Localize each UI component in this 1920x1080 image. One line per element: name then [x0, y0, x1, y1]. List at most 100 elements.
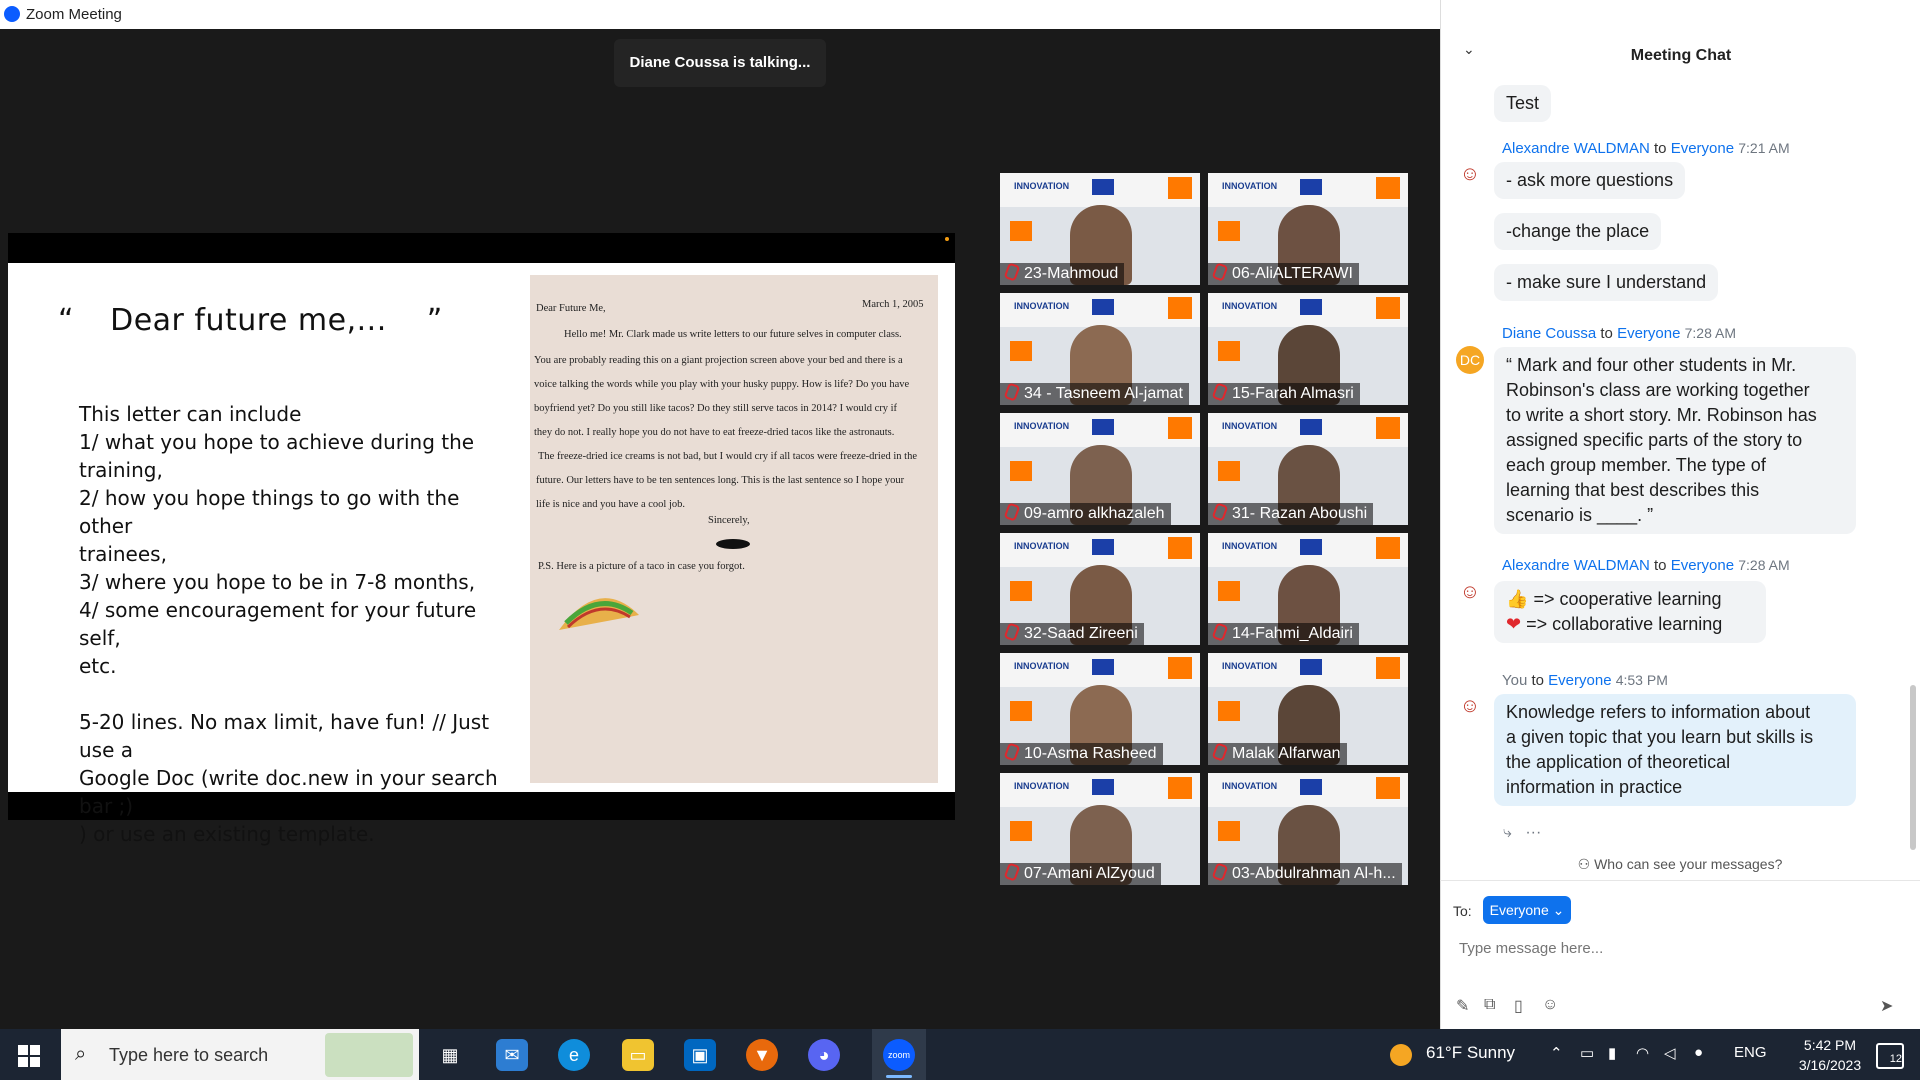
divider	[1440, 880, 1920, 881]
screenshot-icon[interactable]: ⧉	[1484, 996, 1495, 1014]
window-titlebar: Zoom Meeting	[0, 0, 1440, 29]
message-sender-line: Alexandre WALDMAN to Everyone 7:21 AM	[1502, 140, 1790, 157]
mail-icon[interactable]: ✉	[496, 1039, 528, 1071]
participant-tile[interactable]: INNOVATION 23-Mahmoud	[1000, 173, 1200, 285]
eu-flag-icon	[1092, 299, 1114, 315]
discord-icon[interactable]: ◕	[808, 1039, 840, 1071]
clock[interactable]: 5:42 PM 3/16/2023	[1790, 1035, 1870, 1075]
eu-flag-icon	[1300, 299, 1322, 315]
meeting-area: Diane Coussa is talking... “ Dear future…	[0, 29, 1440, 1029]
slide-line: 4/ some encouragement for your future se…	[79, 598, 477, 650]
participant-name: 31- Razan Aboushi	[1208, 503, 1374, 525]
recipient-dropdown[interactable]: Everyone ⌄	[1483, 896, 1571, 924]
participant-name: Malak Alfarwan	[1208, 743, 1347, 765]
robot-avatar-icon: ☺	[1456, 692, 1484, 720]
tile-banner-text: INNOVATION	[1014, 781, 1070, 791]
tile-banner-text: INNOVATION	[1222, 181, 1278, 191]
store-icon[interactable]: ▣	[684, 1039, 716, 1071]
slide-line: ) or use an existing template.	[79, 822, 375, 846]
letter-line: Hello me! Mr. Clark made us write letter…	[564, 329, 902, 340]
chevron-up-icon[interactable]: ⌃	[1550, 1044, 1563, 1062]
participant-name: 07-Amani AlZyoud	[1000, 863, 1161, 885]
muted-mic-icon	[1211, 263, 1229, 282]
participant-tile[interactable]: INNOVATION 34 - Tasneem Al-jamat	[1000, 293, 1200, 405]
eu-flag-icon	[1092, 539, 1114, 555]
eu-flag-icon	[1300, 539, 1322, 555]
letter-closing: Sincerely,	[708, 515, 750, 526]
participant-tile[interactable]: INNOVATION 32-Saad Zireeni	[1000, 533, 1200, 645]
participant-tile[interactable]: INNOVATION 07-Amani AlZyoud	[1000, 773, 1200, 885]
weather-text[interactable]: 61°F Sunny	[1426, 1043, 1515, 1063]
chat-message: - ask more questions	[1494, 162, 1686, 199]
participant-tile[interactable]: INNOVATION 15-Farah Almasri	[1208, 293, 1408, 405]
orange-logo-icon	[1010, 581, 1032, 601]
participant-tile[interactable]: INNOVATION 14-Fahmi_Aldairi	[1208, 533, 1408, 645]
send-icon[interactable]: ➤	[1880, 996, 1893, 1016]
weather-sun-icon	[1390, 1044, 1412, 1066]
zoom-icon[interactable]: zoom	[883, 1039, 915, 1071]
notification-icon[interactable]: 12	[1876, 1043, 1904, 1069]
wifi-icon[interactable]: ◠	[1636, 1044, 1649, 1062]
taskbar-search[interactable]: ⌕ Type here to search	[61, 1029, 419, 1080]
message-sender-line: Alexandre WALDMAN to Everyone 7:28 AM	[1502, 557, 1790, 574]
zoom-logo-icon	[4, 6, 20, 22]
participant-tile[interactable]: INNOVATION 09-amro alkhazaleh	[1000, 413, 1200, 525]
participant-tile[interactable]: INNOVATION 10-Asma Rasheed	[1000, 653, 1200, 765]
reply-icon: ⤷	[1503, 824, 1512, 841]
meet-now-icon[interactable]: ▭	[1580, 1044, 1594, 1062]
emoji-icon[interactable]: ☺	[1542, 996, 1558, 1014]
orange-logo-icon	[1168, 537, 1192, 559]
message-input[interactable]	[1457, 932, 1901, 964]
chat-scrollbar[interactable]	[1910, 685, 1916, 850]
slide-body: This letter can include 1/ what you hope…	[79, 400, 509, 848]
microphone-icon[interactable]: ●	[1694, 1044, 1703, 1061]
shared-slide: “ Dear future me,... ” This letter can i…	[8, 263, 955, 846]
file-explorer-icon[interactable]: ▭	[622, 1039, 654, 1071]
slide-line: etc.	[79, 654, 117, 678]
language-indicator[interactable]: ENG	[1734, 1044, 1767, 1061]
chat-message: - make sure I understand	[1494, 264, 1719, 301]
reaction-actions[interactable]: ⤷ ···	[1503, 824, 1541, 842]
tile-banner-text: INNOVATION	[1014, 181, 1070, 191]
search-placeholder: Type here to search	[109, 1045, 269, 1065]
participant-tile[interactable]: INNOVATION 06-AliALTERAWI	[1208, 173, 1408, 285]
tile-banner: INNOVATION	[1208, 173, 1408, 207]
orange-logo-icon	[1218, 221, 1240, 241]
muted-mic-icon	[1003, 863, 1021, 882]
letter-line: they do not. I really hope you do not ha…	[534, 427, 895, 438]
orange-logo-icon	[1218, 461, 1240, 481]
letter-ps: P.S. Here is a picture of a taco in case…	[538, 561, 745, 572]
letter-line: life is nice and you have a cool job.	[536, 499, 685, 510]
letter-greeting: Dear Future Me,	[536, 303, 606, 314]
battery-icon[interactable]: ▮	[1608, 1044, 1616, 1062]
participant-tile[interactable]: INNOVATION 31- Razan Aboushi	[1208, 413, 1408, 525]
participant-name: 03-Abdulrahman Al-h...	[1208, 863, 1402, 885]
slide-line: Google Doc (write doc.new in your search…	[79, 766, 498, 818]
brave-icon[interactable]: ▼	[746, 1039, 778, 1071]
search-icon: ⌕	[75, 1043, 87, 1065]
participant-tile[interactable]: INNOVATION 03-Abdulrahman Al-h...	[1208, 773, 1408, 885]
tile-banner: INNOVATION	[1208, 413, 1408, 447]
participant-tile[interactable]: INNOVATION Malak Alfarwan	[1208, 653, 1408, 765]
orange-logo-icon	[1218, 341, 1240, 361]
eu-flag-icon	[1092, 419, 1114, 435]
who-can-see-link[interactable]: ⚇ Who can see your messages?	[1440, 856, 1920, 873]
start-icon[interactable]	[18, 1045, 40, 1067]
tile-banner-text: INNOVATION	[1014, 301, 1070, 311]
slide-line: 2/ how you hope things to go with the ot…	[79, 486, 460, 538]
orange-logo-icon	[1168, 777, 1192, 799]
file-icon[interactable]: ▯	[1514, 996, 1523, 1016]
task-view-icon[interactable]: ▦	[434, 1039, 466, 1071]
orange-logo-icon	[1010, 341, 1032, 361]
format-icon[interactable]: ✎	[1456, 996, 1469, 1016]
volume-icon[interactable]: ◁	[1664, 1044, 1676, 1062]
to-label: To:	[1453, 903, 1472, 919]
talking-indicator: Diane Coussa is talking...	[614, 39, 826, 87]
search-highlight-icon	[325, 1033, 413, 1077]
tile-banner-text: INNOVATION	[1014, 661, 1070, 671]
slide-title: “ Dear future me,... ”	[58, 303, 443, 338]
edge-icon[interactable]: e	[558, 1039, 590, 1071]
eu-flag-icon	[1092, 779, 1114, 795]
orange-logo-icon	[1376, 537, 1400, 559]
participant-name: 15-Farah Almasri	[1208, 383, 1360, 405]
